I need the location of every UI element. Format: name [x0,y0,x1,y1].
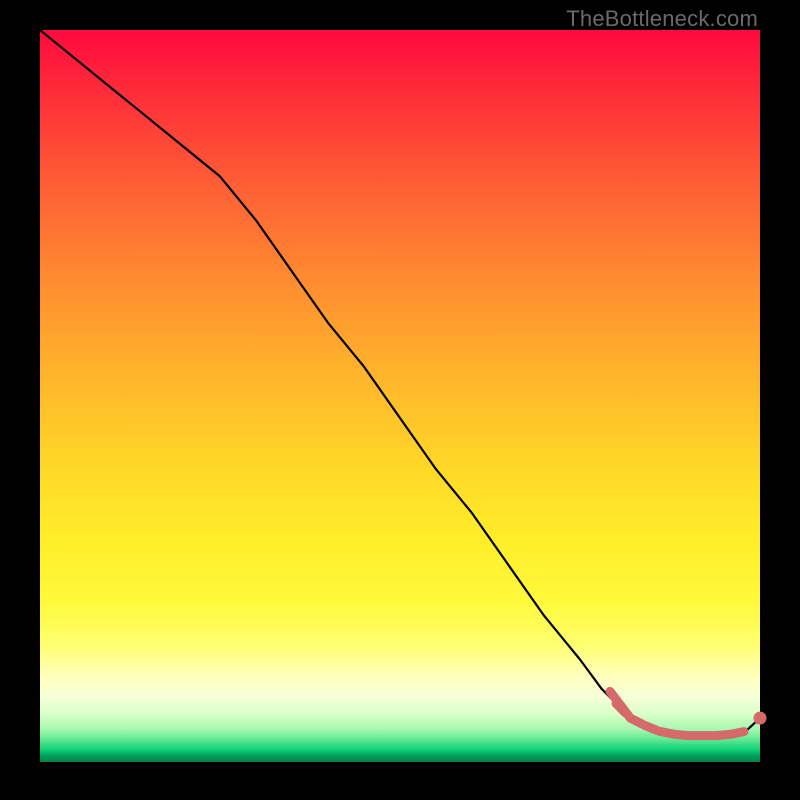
bottleneck-curve [40,30,760,736]
highlight-dashes [610,691,744,735]
end-marker-dot [754,712,767,725]
chart-plot [40,30,760,762]
watermark-label: TheBottleneck.com [566,6,758,32]
